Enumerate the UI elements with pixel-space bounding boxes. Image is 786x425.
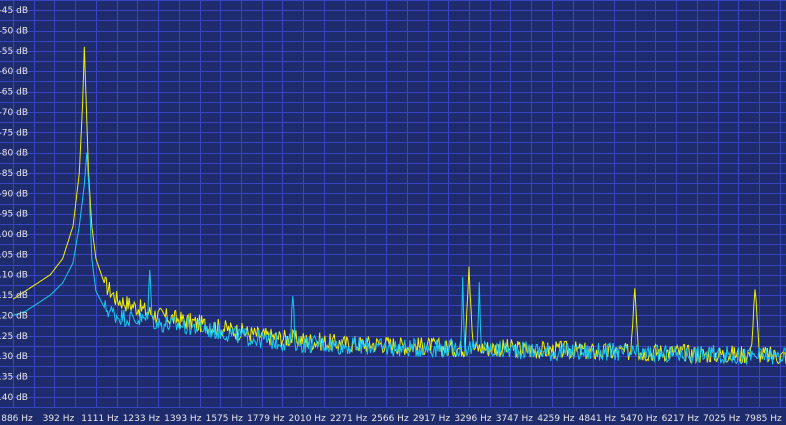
y-tick-label: -95 dB <box>0 210 28 220</box>
x-tick-label: 2566 Hz <box>371 414 409 424</box>
x-tick-label: 1575 Hz <box>206 414 244 424</box>
x-tick-label: 3296 Hz <box>454 414 492 424</box>
y-tick-label: -85 dB <box>0 169 28 179</box>
y-tick-label: -55 dB <box>0 47 28 57</box>
y-tick-label: -75 dB <box>0 128 28 138</box>
x-axis-labels: 886 Hz 392 Hz 1111 Hz 1233 Hz 1393 Hz 1575 Hz… <box>1 414 782 424</box>
x-tick-label: 1233 Hz <box>123 414 161 424</box>
x-tick-label: 1393 Hz <box>164 414 202 424</box>
y-tick-label: -110 dB <box>0 271 28 281</box>
y-tick-label: -115 dB <box>0 291 28 301</box>
x-tick-label: 886 Hz <box>1 414 33 424</box>
y-tick-label: -65 dB <box>0 88 28 98</box>
x-tick-label: 3747 Hz <box>496 414 534 424</box>
x-tick-label: 4259 Hz <box>537 414 575 424</box>
x-tick-label: 1111 Hz <box>81 414 119 424</box>
x-tick-label: 6217 Hz <box>662 414 700 424</box>
x-tick-label: 392 Hz <box>43 414 75 424</box>
y-tick-label: -60 dB <box>0 67 28 77</box>
y-tick-label: -125 dB <box>0 332 28 342</box>
y-tick-label: -120 dB <box>0 311 28 321</box>
y-tick-label: -100 dB <box>0 230 28 240</box>
spectrum-analyzer: -45 dB -50 dB -55 dB -60 dB -65 dB -70 dB -75 … <box>0 0 786 425</box>
x-tick-label: 5470 Hz <box>620 414 658 424</box>
y-tick-label: -45 dB <box>0 6 28 16</box>
y-tick-label: -105 dB <box>0 250 28 260</box>
y-tick-label: -50 dB <box>0 27 28 37</box>
x-tick-label: 1779 Hz <box>247 414 285 424</box>
y-tick-label: -70 dB <box>0 108 28 118</box>
spectrum-plot: -45 dB -50 dB -55 dB -60 dB -65 dB -70 dB -75 … <box>0 0 786 425</box>
x-tick-label: 7985 Hz <box>744 414 782 424</box>
x-tick-label: 2917 Hz <box>413 414 451 424</box>
x-tick-label: 2010 Hz <box>289 414 327 424</box>
y-tick-label: -80 dB <box>0 149 28 159</box>
y-tick-label: -140 dB <box>0 393 28 403</box>
x-tick-label: 7025 Hz <box>703 414 741 424</box>
y-tick-label: -130 dB <box>0 352 28 362</box>
x-tick-label: 4841 Hz <box>579 414 617 424</box>
x-tick-label: 2271 Hz <box>330 414 368 424</box>
y-tick-label: -90 dB <box>0 189 28 199</box>
y-tick-label: -135 dB <box>0 372 28 382</box>
